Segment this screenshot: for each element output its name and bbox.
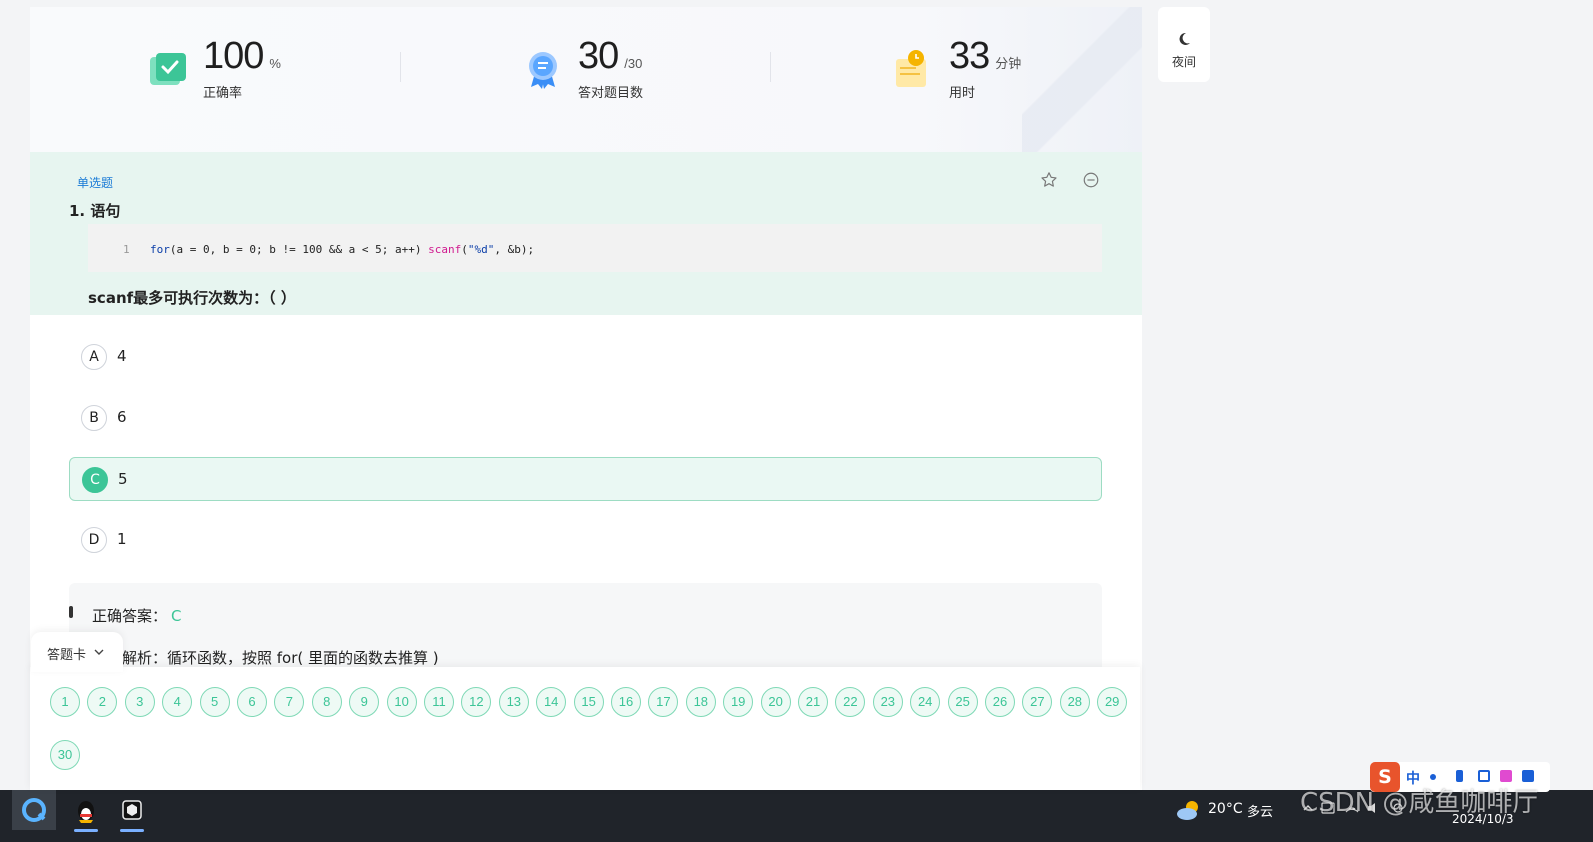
question-number-button[interactable]: 15 — [573, 687, 604, 717]
taskbar-app[interactable] — [110, 790, 154, 832]
question-number-button[interactable]: 6 — [237, 687, 267, 717]
time-used-value: 33 分钟 — [949, 35, 1022, 77]
code-block: 1 for(a = 0, b = 0; b != 100 && a < 5; a… — [88, 224, 1102, 272]
question-number-button[interactable]: 22 — [835, 687, 866, 717]
question-number-button[interactable]: 12 — [461, 687, 492, 717]
grid-menu-icon[interactable] — [1522, 770, 1534, 782]
keyboard-icon[interactable] — [1478, 770, 1490, 782]
question-number-button[interactable]: 24 — [910, 687, 941, 717]
question-number-button[interactable]: 3 — [124, 687, 155, 717]
skin-icon[interactable] — [1500, 770, 1512, 782]
option-a[interactable]: A 4 — [69, 335, 1102, 379]
stat-divider — [400, 52, 401, 82]
question-number-button[interactable]: 13 — [498, 687, 529, 717]
question-number-button[interactable]: 28 — [1059, 687, 1090, 717]
browser-icon — [22, 798, 46, 822]
correct-count-label: 答对题目数 — [578, 86, 644, 101]
box-icon — [122, 800, 142, 820]
header-decoration — [1022, 7, 1142, 152]
option-c-selected[interactable]: C 5 — [69, 457, 1102, 501]
question-number-button[interactable]: 5 — [199, 687, 230, 717]
weather-temp: 20°C — [1208, 801, 1243, 817]
option-b[interactable]: B 6 — [69, 396, 1102, 440]
question-number-button[interactable]: 17 — [648, 687, 679, 717]
answer-card-label: 答题卡 — [47, 648, 87, 663]
question-number-button[interactable]: 29 — [1097, 687, 1128, 717]
question-number-button[interactable]: 9 — [349, 687, 380, 717]
option-letter: B — [81, 405, 107, 431]
taskbar-qq[interactable] — [64, 790, 108, 832]
code-line-number: 1 — [123, 243, 130, 256]
accuracy-label: 正确率 — [203, 86, 243, 101]
question-number-button[interactable]: 1 — [50, 687, 80, 717]
answer-card-panel: 1 2 3 4 5 6 7 8 9 10 11 12 13 14 15 16 17 18 19 20 21 22 23 24 2… — [30, 667, 1140, 790]
question-number-button[interactable]: 18 — [685, 687, 716, 717]
time-used-label: 用时 — [949, 86, 976, 101]
analysis-marker — [69, 606, 73, 618]
option-text: 5 — [118, 470, 128, 488]
question-number-button[interactable]: 20 — [760, 687, 791, 717]
option-d[interactable]: D 1 — [69, 518, 1102, 562]
microphone-icon[interactable] — [1456, 770, 1463, 782]
correct-count-value: 30/30 — [578, 35, 643, 77]
star-icon[interactable] — [1040, 171, 1058, 189]
question-tail: scanf最多可执行次数为：（ ） — [88, 289, 296, 307]
option-letter: D — [81, 527, 107, 553]
question-number-button[interactable]: 16 — [611, 687, 641, 717]
minus-circle-icon[interactable] — [1082, 171, 1100, 189]
option-text: 1 — [117, 530, 127, 548]
weather-condition: 多云 — [1247, 805, 1274, 820]
stats-header: 100% 正确率 30/30 答对题目数 33 分钟 用时 — [30, 7, 1142, 152]
question-number-button[interactable]: 21 — [798, 687, 828, 717]
watermark: CSDN @咸鱼咖啡厅 — [1300, 788, 1539, 818]
accuracy-value: 100% — [203, 35, 281, 77]
question-number-button[interactable]: 23 — [872, 687, 903, 717]
question-type-tag: 单选题 — [77, 176, 114, 190]
question-number-button[interactable]: 7 — [274, 687, 305, 717]
question-block: 单选题 1. 语句 1 for(a = 0, b = 0; b != 100 &… — [30, 152, 1142, 315]
penguin-icon — [78, 801, 94, 823]
night-mode-label: 夜间 — [1172, 55, 1197, 69]
explanation-text: 解析：循环函数，按照 for( 里面的函数去推算 ) — [122, 649, 439, 667]
night-mode-button[interactable]: 夜间 — [1158, 7, 1210, 82]
option-text: 6 — [117, 408, 127, 426]
question-number-button[interactable]: 10 — [386, 687, 417, 717]
taskbar-browser[interactable] — [12, 790, 56, 830]
clock-note-icon — [896, 50, 926, 87]
question-title: 1. 语句 — [69, 202, 121, 220]
cloud-icon — [1177, 801, 1198, 820]
option-text: 4 — [117, 347, 127, 365]
question-number-button[interactable]: 8 — [311, 687, 342, 717]
question-number-button[interactable]: 30 — [50, 740, 80, 770]
punctuation-icon[interactable] — [1430, 774, 1436, 780]
question-number-button[interactable]: 27 — [1022, 687, 1053, 717]
correct-answer: 正确答案： C — [92, 607, 182, 625]
chevron-down-icon — [94, 649, 104, 655]
answer-card-toggle[interactable]: 答题卡 — [31, 632, 123, 672]
stat-divider — [770, 52, 771, 82]
question-number-button[interactable]: 2 — [87, 687, 118, 717]
question-number-button[interactable]: 26 — [985, 687, 1015, 717]
question-number-button[interactable]: 19 — [723, 687, 754, 717]
option-letter: A — [81, 344, 107, 370]
medal-icon — [529, 52, 557, 89]
check-card-icon — [150, 53, 186, 85]
question-number-button[interactable]: 25 — [947, 687, 978, 717]
question-number-button[interactable]: 11 — [424, 687, 454, 717]
question-number-button[interactable]: 4 — [162, 687, 193, 717]
option-letter: C — [82, 467, 108, 493]
moon-icon — [1179, 32, 1190, 45]
question-number-button[interactable]: 14 — [536, 687, 567, 717]
code-line: for(a = 0, b = 0; b != 100 && a < 5; a++… — [150, 243, 535, 256]
